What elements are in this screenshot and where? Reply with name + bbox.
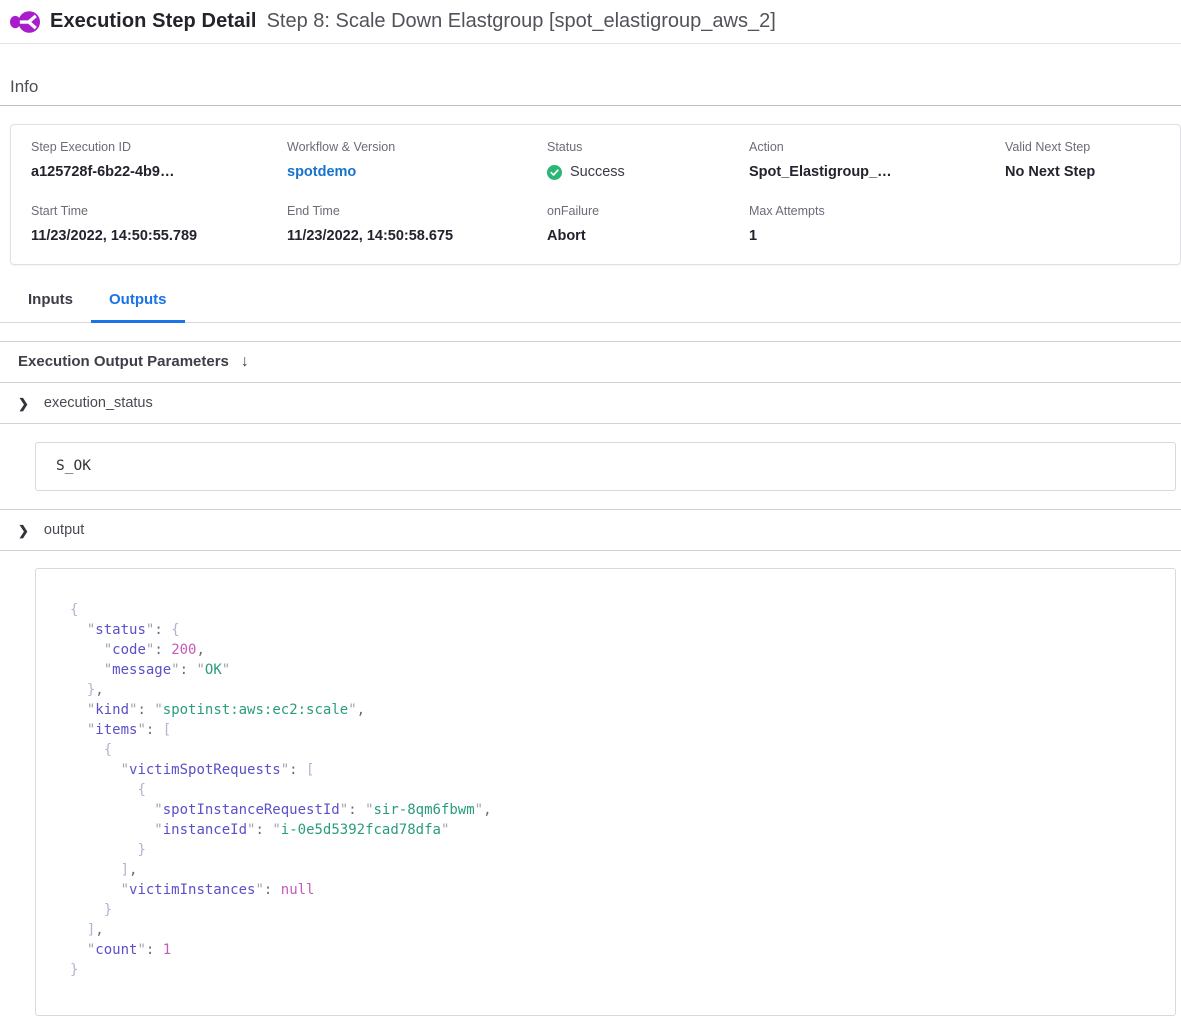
tab-bar: Inputs Outputs xyxy=(0,281,1181,323)
field-label: Action xyxy=(749,140,1005,154)
param-name: execution_status xyxy=(44,395,153,411)
success-check-icon xyxy=(547,165,562,180)
json-output-viewer: { "status": { "code": 200, "message": "O… xyxy=(35,568,1176,1016)
field-value: Spot_Elastigroup_… xyxy=(749,164,1005,180)
field-value: 1 xyxy=(749,228,1005,244)
field-label: Status xyxy=(547,140,749,154)
status-badge: Success xyxy=(547,164,749,180)
field-value: a125728f-6b22-4b9… xyxy=(31,164,287,180)
outputs-section-header: Execution Output Parameters ↓ xyxy=(0,341,1181,383)
execution-status-value-box: S_OK xyxy=(35,442,1176,491)
field-label: End Time xyxy=(287,204,547,218)
tab-inputs[interactable]: Inputs xyxy=(10,281,91,323)
info-heading: Info xyxy=(0,44,1181,106)
field-start-time: Start Time 11/23/2022, 14:50:55.789 xyxy=(31,204,287,244)
field-label: onFailure xyxy=(547,204,749,218)
page-title: Execution Step Detail xyxy=(50,10,257,33)
field-label: Valid Next Step xyxy=(1005,140,1180,154)
field-label: Start Time xyxy=(31,204,287,218)
page-subtitle: Step 8: Scale Down Elastgroup [spot_elas… xyxy=(267,10,776,33)
field-label: Max Attempts xyxy=(749,204,1005,218)
field-onfailure: onFailure Abort xyxy=(547,204,749,244)
field-step-execution-id: Step Execution ID a125728f-6b22-4b9… xyxy=(31,140,287,180)
field-value: 11/23/2022, 14:50:58.675 xyxy=(287,228,547,244)
field-label: Step Execution ID xyxy=(31,140,287,154)
field-end-time: End Time 11/23/2022, 14:50:58.675 xyxy=(287,204,547,244)
down-arrow-icon[interactable]: ↓ xyxy=(241,354,249,370)
workflow-link[interactable]: spotdemo xyxy=(287,164,547,180)
spot-logo-icon xyxy=(10,7,40,37)
field-status: Status Success xyxy=(547,140,749,180)
tab-outputs[interactable]: Outputs xyxy=(91,281,185,323)
chevron-right-icon: ❯ xyxy=(18,524,29,537)
field-value: Abort xyxy=(547,228,749,244)
field-action: Action Spot_Elastigroup_… xyxy=(749,140,1005,180)
field-label: Workflow & Version xyxy=(287,140,547,154)
field-workflow-version: Workflow & Version spotdemo xyxy=(287,140,547,180)
field-value: 11/23/2022, 14:50:55.789 xyxy=(31,228,287,244)
title-bar: Execution Step Detail Step 8: Scale Down… xyxy=(0,0,1181,44)
param-row-output[interactable]: ❯ output xyxy=(0,510,1181,551)
outputs-section-title: Execution Output Parameters xyxy=(18,353,229,370)
field-valid-next-step: Valid Next Step No Next Step xyxy=(1005,140,1180,180)
param-row-execution-status[interactable]: ❯ execution_status xyxy=(0,383,1181,424)
field-max-attempts: Max Attempts 1 xyxy=(749,204,1005,244)
field-value: No Next Step xyxy=(1005,164,1180,180)
empty-cell xyxy=(1005,204,1180,244)
param-name: output xyxy=(44,522,84,538)
chevron-right-icon: ❯ xyxy=(18,397,29,410)
info-card: Step Execution ID a125728f-6b22-4b9… Wor… xyxy=(10,124,1181,265)
status-text: Success xyxy=(570,164,625,180)
